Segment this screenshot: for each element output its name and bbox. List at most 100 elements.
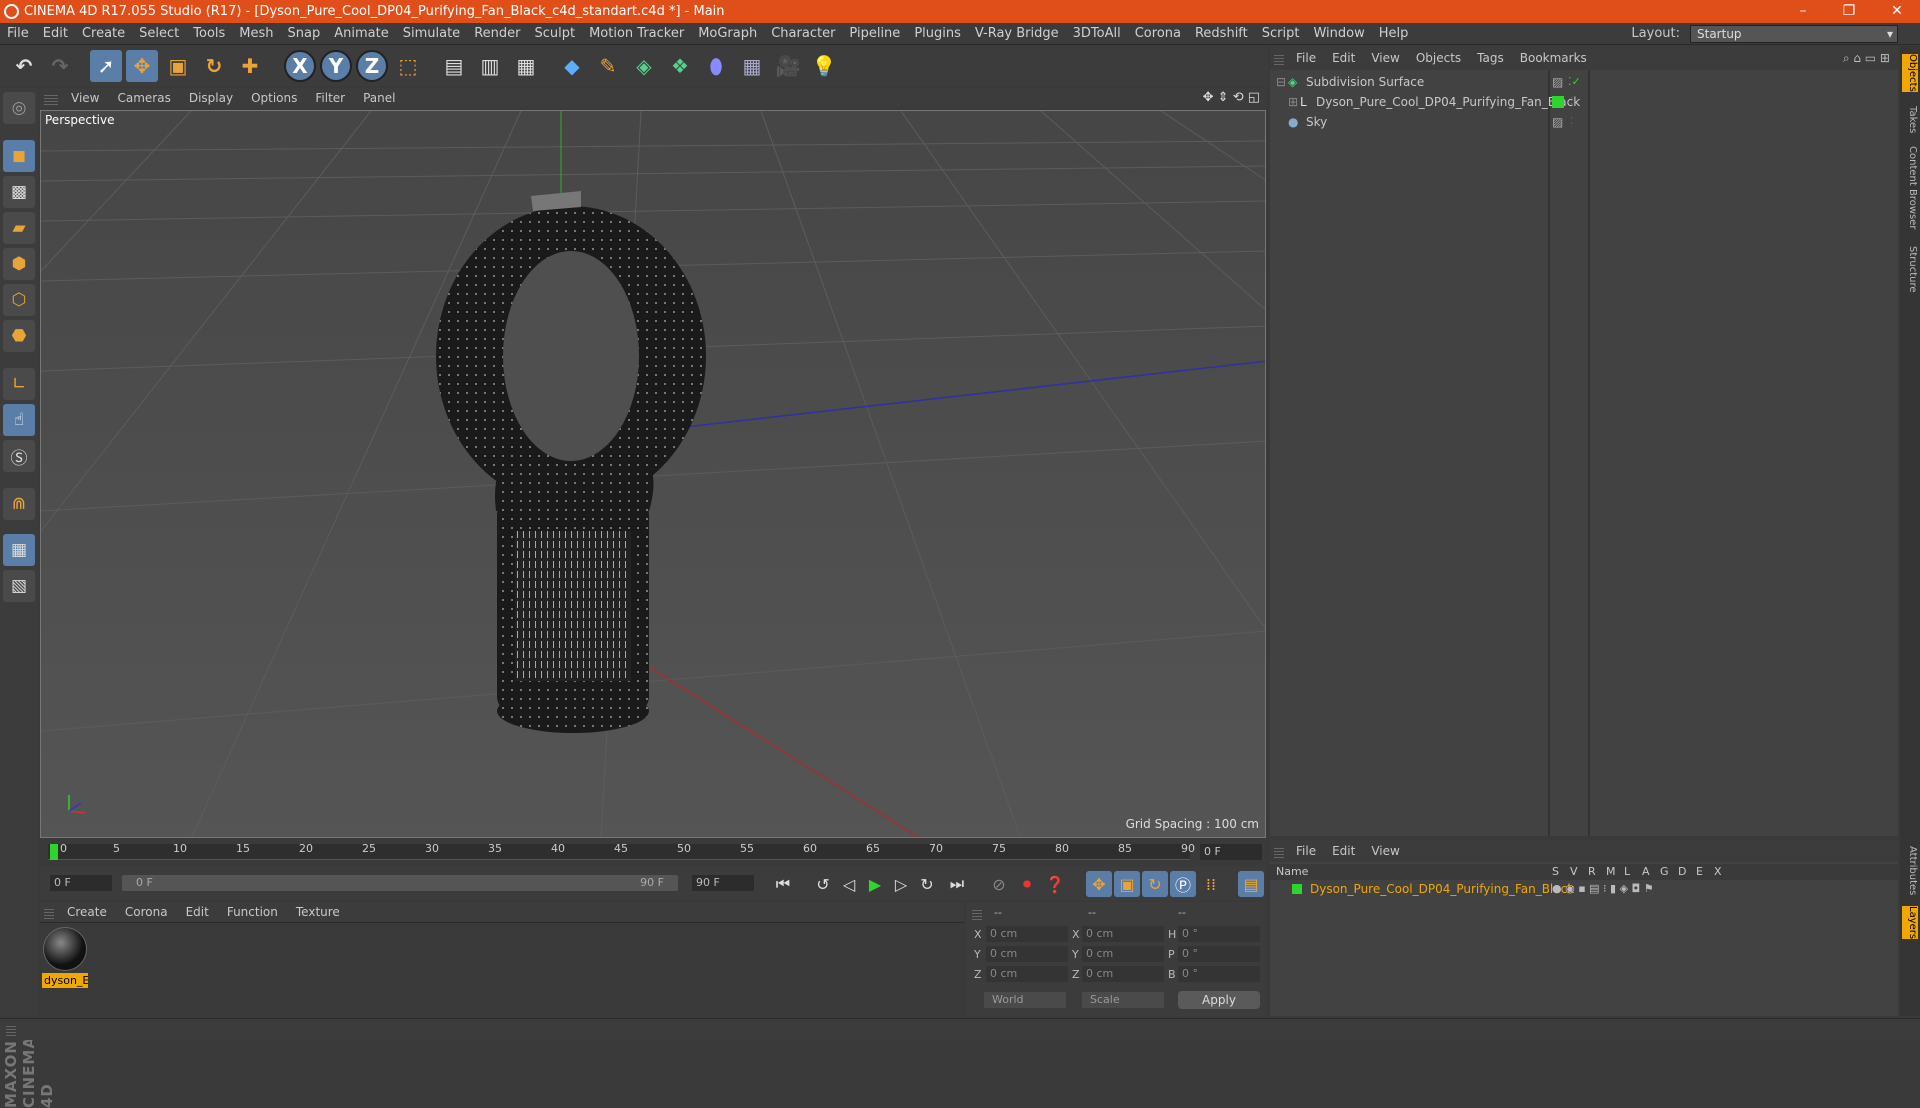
transform-tool-icon[interactable]: ✚ xyxy=(234,50,266,82)
mat-menu-texture[interactable]: Texture xyxy=(287,902,349,922)
z-axis-lock-button[interactable]: Z xyxy=(356,50,388,82)
render-view-icon[interactable]: ▤ xyxy=(438,50,470,82)
object-row[interactable]: ⊞ L Dyson_Pure_Cool_DP04_Purifying_Fan_B… xyxy=(1270,92,1898,112)
key-scale-icon[interactable]: ▣ xyxy=(1114,871,1140,897)
coordinate-system-icon[interactable]: ⬚ xyxy=(392,50,424,82)
menu-vray-bridge[interactable]: V-Ray Bridge xyxy=(968,23,1066,45)
vp-menu-view[interactable]: View xyxy=(62,88,108,108)
object-row[interactable]: ● Sky ▨ ⁚ xyxy=(1270,112,1898,132)
layer-name[interactable]: Dyson_Pure_Cool_DP04_Purifying_Fan_Black xyxy=(1310,880,1574,898)
om-menu-view[interactable]: View xyxy=(1363,46,1407,70)
panel-grip-icon[interactable] xyxy=(44,92,58,105)
record-keys-icon[interactable]: ⊘ xyxy=(986,871,1012,897)
column-divider[interactable] xyxy=(1588,70,1590,836)
current-frame-field[interactable]: 0 F xyxy=(1200,844,1262,860)
cube-object-icon[interactable]: ◆ xyxy=(556,50,588,82)
visibility-dots-icon[interactable]: ⁚ xyxy=(1570,112,1573,132)
close-button[interactable]: ✕ xyxy=(1874,0,1920,23)
select-tool-icon[interactable]: ➚ xyxy=(90,50,122,82)
mat-menu-function[interactable]: Function xyxy=(218,902,287,922)
menu-mesh[interactable]: Mesh xyxy=(232,23,280,45)
next-key-icon[interactable]: ↻ xyxy=(914,871,940,897)
menu-plugins[interactable]: Plugins xyxy=(907,23,968,45)
position-x-field[interactable]: 0 cm xyxy=(986,926,1068,942)
vp-menu-panel[interactable]: Panel xyxy=(354,88,404,108)
size-y-field[interactable]: 0 cm xyxy=(1082,946,1164,962)
previous-frame-icon[interactable]: ◁ xyxy=(836,871,862,897)
keyframe-selection-icon[interactable]: ❓ xyxy=(1042,871,1068,897)
menu-snap[interactable]: Snap xyxy=(281,23,328,45)
render-settings-icon[interactable]: ▦ xyxy=(510,50,542,82)
cloner-icon[interactable]: ❖ xyxy=(664,50,696,82)
vp-menu-options[interactable]: Options xyxy=(242,88,306,108)
menu-animate[interactable]: Animate xyxy=(327,23,395,45)
om-menu-bookmarks[interactable]: Bookmarks xyxy=(1512,46,1595,70)
solo-mode-icon[interactable]: Ⓢ xyxy=(3,440,35,472)
render-picture-viewer-icon[interactable]: ▥ xyxy=(474,50,506,82)
workplane-lock-icon[interactable]: ▦ xyxy=(3,534,35,566)
panel-grip-icon[interactable] xyxy=(1274,52,1284,65)
layout-select[interactable]: Startup xyxy=(1690,25,1898,43)
menu-file[interactable]: File xyxy=(0,23,36,45)
polygons-mode-icon[interactable]: ⬣ xyxy=(3,320,35,352)
visibility-check-icon[interactable]: ⁚✓ xyxy=(1568,72,1581,92)
panel-grip-icon[interactable] xyxy=(44,906,54,919)
menu-sculpt[interactable]: Sculpt xyxy=(527,23,582,45)
go-to-start-icon[interactable]: ⏮ xyxy=(770,871,796,897)
menu-tools[interactable]: Tools xyxy=(186,23,232,45)
locked-workplane-icon[interactable]: ▧ xyxy=(3,570,35,602)
tab-layers[interactable]: Layers xyxy=(1902,906,1918,940)
floor-icon[interactable]: ▦ xyxy=(736,50,768,82)
texture-mode-icon[interactable]: ▩ xyxy=(3,176,35,208)
workplane-icon[interactable]: ▰ xyxy=(3,212,35,244)
menu-character[interactable]: Character xyxy=(764,23,842,45)
light-icon[interactable]: 💡 xyxy=(808,50,840,82)
tweak-mode-icon[interactable]: ☝ xyxy=(3,404,35,436)
rotation-p-field[interactable]: 0 ° xyxy=(1178,946,1260,962)
tab-content-browser[interactable]: Content Browser xyxy=(1902,146,1918,229)
menu-edit[interactable]: Edit xyxy=(36,23,75,45)
vp-menu-display[interactable]: Display xyxy=(180,88,242,108)
om-menu-tags[interactable]: Tags xyxy=(1469,46,1512,70)
rotation-h-field[interactable]: 0 ° xyxy=(1178,926,1260,942)
object-name[interactable]: Dyson_Pure_Cool_DP04_Purifying_Fan_Black xyxy=(1316,92,1580,112)
om-menu-edit[interactable]: Edit xyxy=(1324,46,1363,70)
rotation-b-field[interactable]: 0 ° xyxy=(1178,966,1260,982)
go-to-end-icon[interactable]: ⏭ xyxy=(944,871,970,897)
layer-flag-icons[interactable]: ● ◉ ▪ ▤ ⁝ ▮ ◈ ◘ ⚑ xyxy=(1552,880,1654,898)
tab-structure[interactable]: Structure xyxy=(1902,246,1918,293)
collapse-icon[interactable]: ⊟ xyxy=(1276,72,1286,92)
subdivision-surface-icon[interactable]: ◈ xyxy=(628,50,660,82)
frame-range-slider[interactable]: 0 F 90 F xyxy=(122,875,678,891)
points-mode-icon[interactable]: ⬢ xyxy=(3,248,35,280)
snap-icon[interactable]: ⋒ xyxy=(3,488,35,520)
vp-menu-cameras[interactable]: Cameras xyxy=(108,88,179,108)
viewport-nav-icons[interactable]: ✥ ⇕ ⟲ ◱ xyxy=(1203,88,1260,108)
expand-icon[interactable]: ⊞ xyxy=(1288,92,1298,112)
om-menu-objects[interactable]: Objects xyxy=(1408,46,1469,70)
lm-menu-edit[interactable]: Edit xyxy=(1324,840,1363,862)
x-axis-lock-button[interactable]: X xyxy=(284,50,316,82)
layer-color-swatch[interactable] xyxy=(1552,96,1564,108)
panel-grip-icon[interactable] xyxy=(6,1024,16,1036)
panel-grip-icon[interactable] xyxy=(1274,845,1284,858)
deformer-icon[interactable]: ⬮ xyxy=(700,50,732,82)
camera-icon[interactable]: 🎥 xyxy=(772,50,804,82)
layer-row[interactable]: Dyson_Pure_Cool_DP04_Purifying_Fan_Black… xyxy=(1270,880,1898,898)
layer-tag-icon[interactable]: ▨ xyxy=(1552,72,1563,92)
autokey-icon[interactable]: ⏺ xyxy=(1014,871,1040,897)
menu-select[interactable]: Select xyxy=(132,23,186,45)
end-frame-field[interactable]: 90 F xyxy=(692,875,754,891)
undo-icon[interactable]: ↶ xyxy=(8,50,40,82)
menu-render[interactable]: Render xyxy=(467,23,527,45)
material-name[interactable]: dyson_E xyxy=(42,973,88,988)
redo-icon[interactable]: ↷ xyxy=(44,50,76,82)
timeline-window-icon[interactable]: ▤ xyxy=(1238,871,1264,897)
make-editable-icon[interactable]: ◎ xyxy=(3,92,35,124)
mat-menu-create[interactable]: Create xyxy=(58,902,116,922)
key-point-level-icon[interactable]: ⁞⁞ xyxy=(1198,871,1224,897)
y-axis-lock-button[interactable]: Y xyxy=(320,50,352,82)
size-mode-select[interactable]: Scale xyxy=(1082,992,1164,1008)
menu-corona[interactable]: Corona xyxy=(1128,23,1188,45)
tab-takes[interactable]: Takes xyxy=(1902,106,1918,133)
